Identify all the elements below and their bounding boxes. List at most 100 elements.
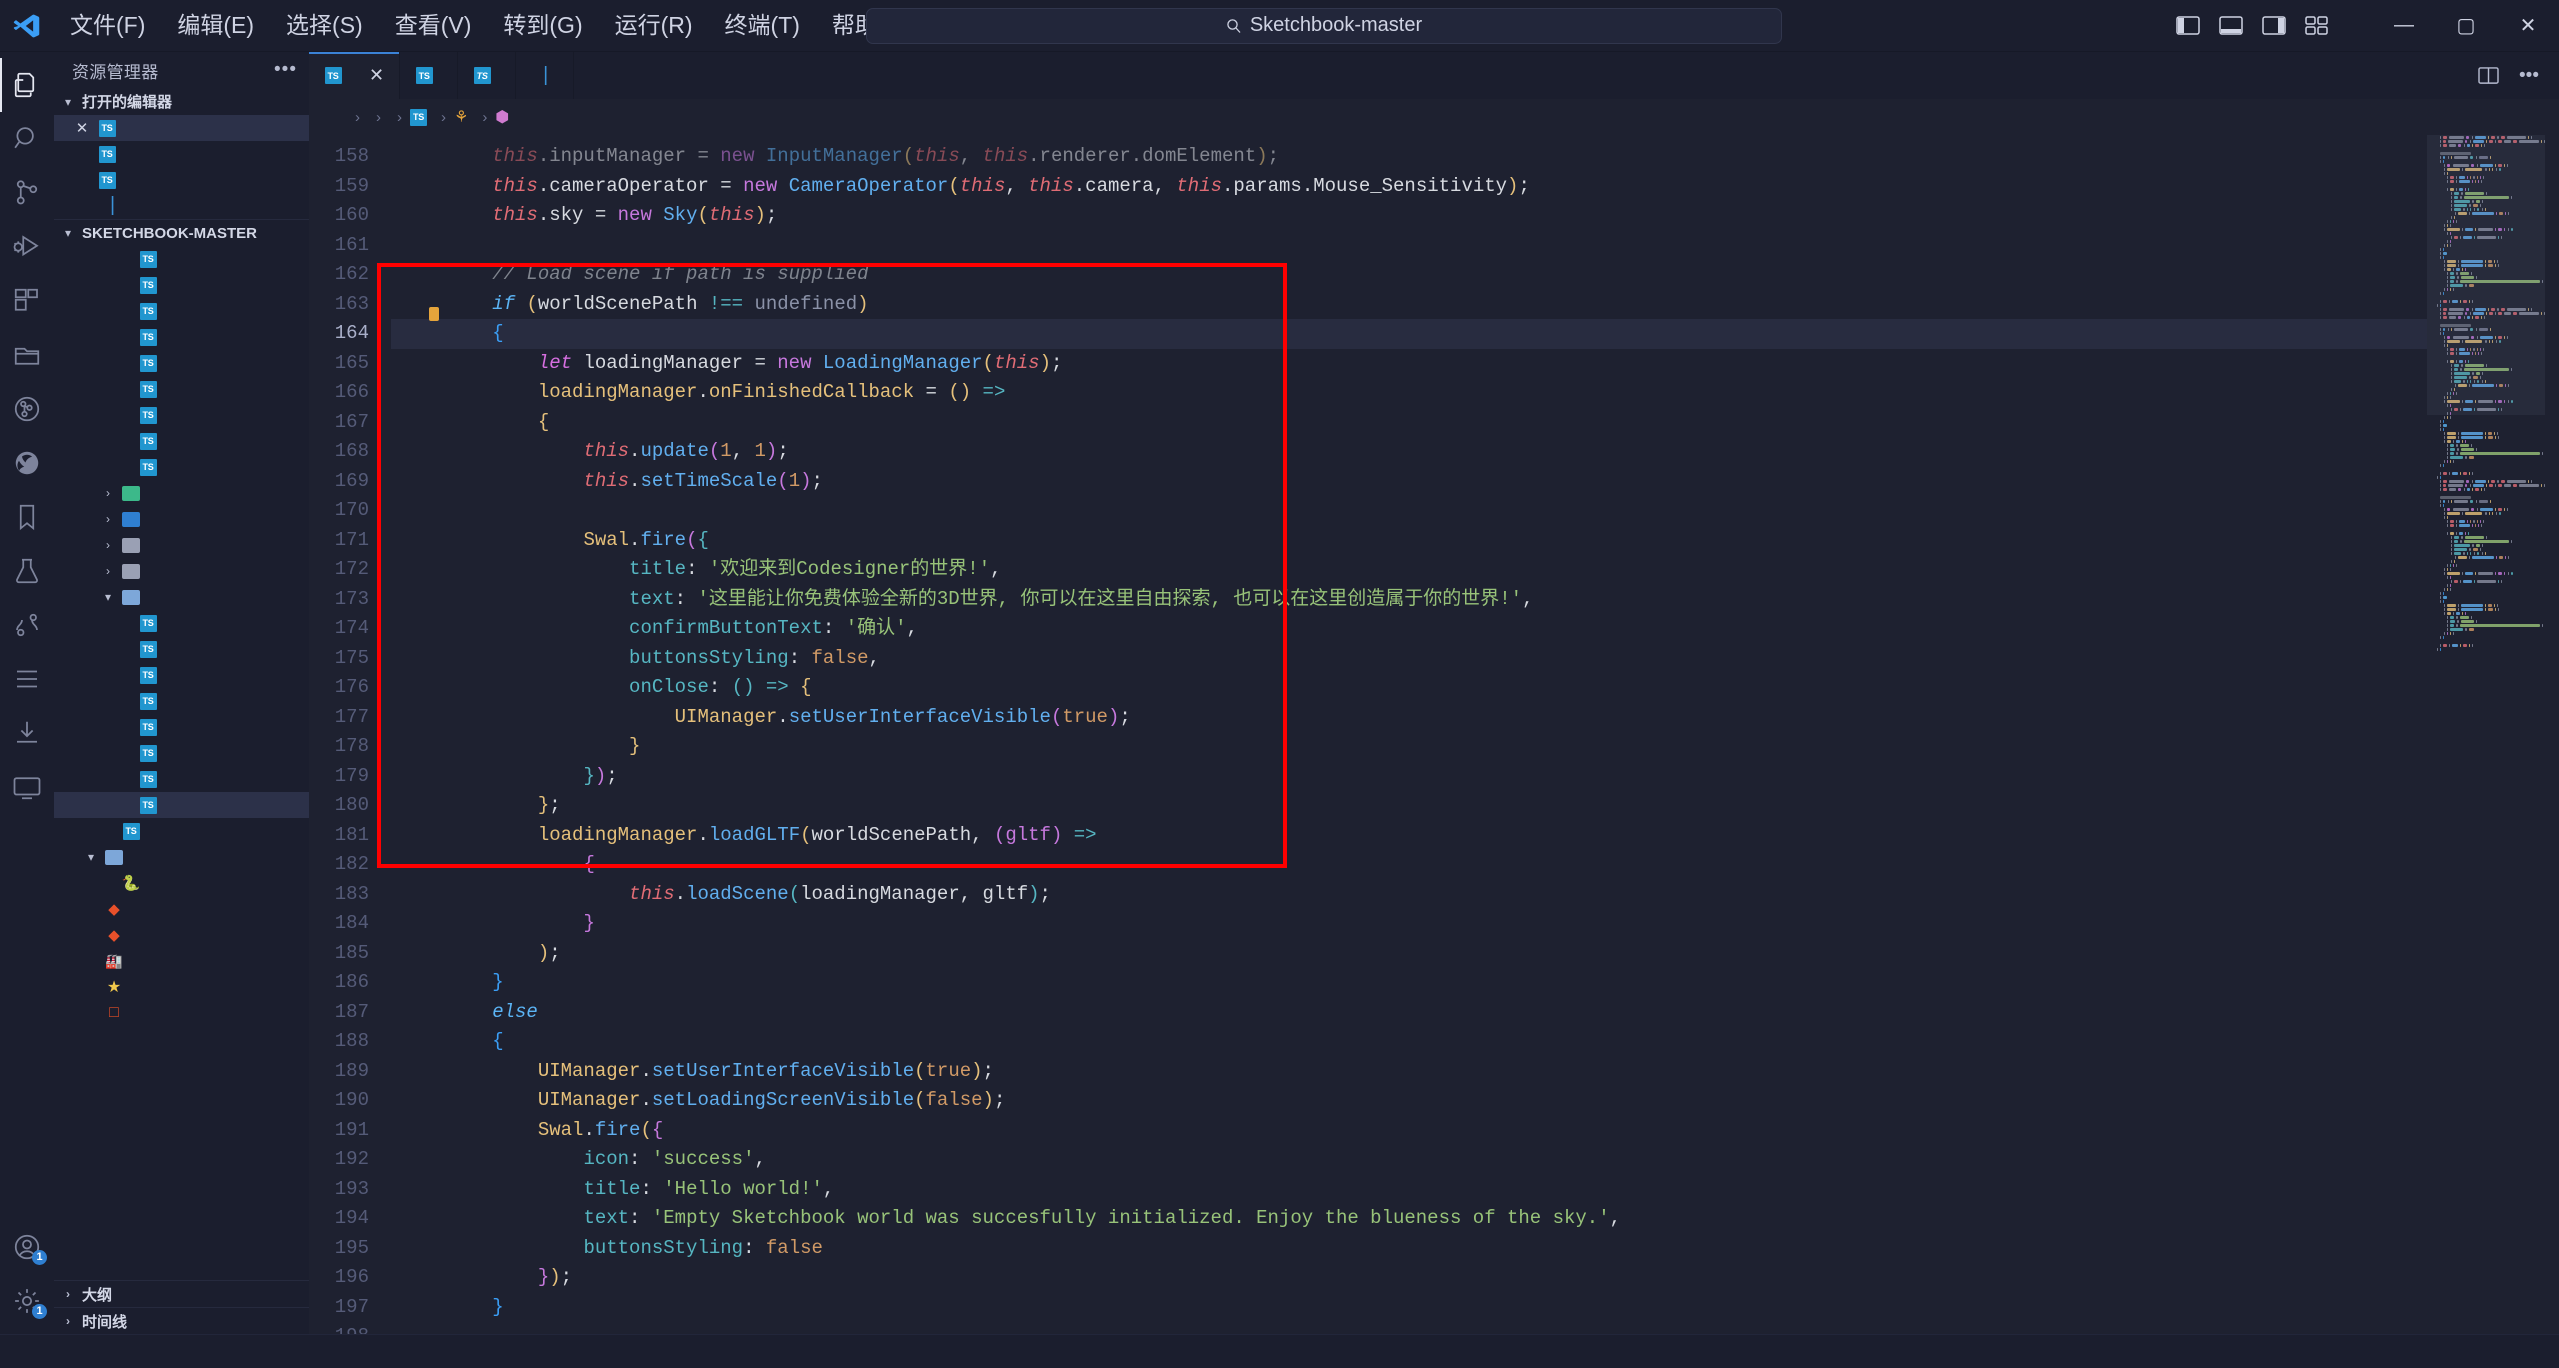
chevron-right-icon: › bbox=[66, 1287, 70, 1301]
file-tree-item[interactable]: TS bbox=[54, 662, 309, 688]
ellipsis-icon[interactable]: ••• bbox=[2519, 65, 2539, 87]
window-maximize-button[interactable]: ▢ bbox=[2435, 0, 2497, 52]
window-close-button[interactable]: ✕ bbox=[2497, 0, 2559, 52]
file-tree-item[interactable]: TS bbox=[54, 818, 309, 844]
menu-item-1[interactable]: 编辑(E) bbox=[161, 7, 270, 45]
section-outline[interactable]: › 大纲 bbox=[54, 1280, 309, 1307]
file-tree-item[interactable]: □ bbox=[54, 1000, 309, 1026]
menu-item-4[interactable]: 转到(G) bbox=[487, 7, 598, 45]
file-tree-item[interactable]: TS bbox=[54, 688, 309, 714]
travis-file-icon: 🏭 bbox=[105, 952, 123, 969]
code-content[interactable]: this.inputManager = new InputManager(thi… bbox=[391, 135, 2427, 1334]
chevron-down-icon[interactable]: ▾ bbox=[100, 590, 116, 604]
ts-file-icon: TS bbox=[139, 796, 157, 814]
file-tree-item[interactable]: TS bbox=[54, 402, 309, 428]
editor-tab-0[interactable]: TS ✕ bbox=[309, 52, 401, 99]
activity-bar-item-search[interactable] bbox=[0, 112, 54, 166]
activity-bar-item-remote-explorer[interactable] bbox=[0, 328, 54, 382]
activity-bar-item-source-control[interactable] bbox=[0, 166, 54, 220]
section-project-root[interactable]: ▾ SKETCHBOOK-MASTER bbox=[54, 219, 309, 246]
menu-item-0[interactable]: 文件(F) bbox=[54, 7, 161, 45]
breadcrumb-item-5[interactable]: ⬢ bbox=[495, 107, 515, 127]
code-editor[interactable]: 158 159 160 161 162 163 164 165 166 167 168 169 170 1… bbox=[309, 135, 2559, 1334]
explorer-sidebar: 资源管理器 ••• ▾ 打开的编辑器 ✕ TS TS TS ▕ ▾ SKETCH… bbox=[54, 52, 309, 1334]
file-tree-item[interactable]: ◆ bbox=[54, 896, 309, 922]
ts-file-icon: TS bbox=[98, 119, 116, 137]
chevron-right-icon[interactable]: › bbox=[100, 538, 116, 552]
open-editor-item[interactable]: ▕ bbox=[54, 193, 309, 219]
open-editor-item[interactable]: ✕ TS bbox=[54, 115, 309, 141]
activity-bar-item-accounts[interactable]: 1 bbox=[0, 1220, 54, 1274]
menu-item-2[interactable]: 选择(S) bbox=[270, 7, 379, 45]
layout-toggle-group bbox=[2176, 15, 2329, 36]
activity-bar-item-remote-ssh[interactable] bbox=[0, 760, 54, 814]
activity-bar-item-settings[interactable]: 1 bbox=[0, 1274, 54, 1328]
section-project-label: SKETCHBOOK-MASTER bbox=[82, 224, 257, 242]
chevron-right-icon[interactable]: › bbox=[100, 486, 116, 500]
file-tree-item[interactable]: TS bbox=[54, 428, 309, 454]
activity-bar-item-extensions[interactable] bbox=[0, 274, 54, 328]
panel-bottom-icon[interactable] bbox=[2219, 15, 2243, 36]
editor-tab-1[interactable]: TS bbox=[400, 52, 459, 99]
editor-tab-2[interactable]: TS bbox=[458, 52, 517, 99]
file-tree-item[interactable]: TS bbox=[54, 324, 309, 350]
menu-item-5[interactable]: 运行(R) bbox=[599, 7, 709, 45]
activity-bar-item-git-graph[interactable] bbox=[0, 382, 54, 436]
menu-item-6[interactable]: 终端(T) bbox=[709, 7, 816, 45]
chevron-right-icon[interactable]: › bbox=[100, 512, 116, 526]
file-tree-item[interactable]: TS bbox=[54, 714, 309, 740]
file-tree-item[interactable]: TS bbox=[54, 636, 309, 662]
breadcrumb-item-3[interactable]: TS bbox=[410, 108, 433, 126]
chevron-right-icon[interactable]: › bbox=[100, 564, 116, 578]
file-tree-item[interactable]: TS bbox=[54, 610, 309, 636]
layout-grid-icon[interactable] bbox=[2305, 15, 2329, 36]
file-tree-item[interactable]: ▾ bbox=[54, 844, 309, 870]
file-tree-item[interactable]: TS bbox=[54, 272, 309, 298]
file-tree-item[interactable]: ◆ bbox=[54, 922, 309, 948]
split-editor-icon[interactable] bbox=[2478, 66, 2499, 85]
panel-left-icon[interactable] bbox=[2176, 15, 2200, 36]
activity-bar-item-live-share[interactable] bbox=[0, 436, 54, 490]
panel-right-icon[interactable] bbox=[2262, 15, 2286, 36]
activity-bar-item-explorer[interactable] bbox=[0, 58, 54, 112]
section-timeline[interactable]: › 时间线 bbox=[54, 1307, 309, 1334]
activity-bar-item-run-and-debug[interactable] bbox=[0, 220, 54, 274]
file-tree-item[interactable]: TS bbox=[54, 376, 309, 402]
editor-scrollbar[interactable] bbox=[2545, 135, 2559, 1334]
activity-bar-item-project-manager[interactable] bbox=[0, 598, 54, 652]
breadcrumb-item-4[interactable]: ⚘ bbox=[454, 107, 474, 127]
file-tree-item[interactable]: TS bbox=[54, 298, 309, 324]
file-tree-item[interactable]: TS bbox=[54, 246, 309, 272]
file-tree-item[interactable]: ▾ bbox=[54, 584, 309, 610]
file-tree-item[interactable]: TS bbox=[54, 792, 309, 818]
file-tree-item[interactable]: › bbox=[54, 506, 309, 532]
close-icon[interactable]: ✕ bbox=[72, 119, 92, 137]
menu-item-3[interactable]: 查看(V) bbox=[379, 7, 488, 45]
file-tree-item[interactable]: › bbox=[54, 480, 309, 506]
ts-file-icon: TS bbox=[139, 276, 157, 294]
editor-tab-3[interactable]: ▕ bbox=[516, 52, 575, 99]
activity-bar-item-test-explorer[interactable] bbox=[0, 544, 54, 598]
file-tree-item[interactable]: ★ bbox=[54, 974, 309, 1000]
file-tree-item[interactable]: TS bbox=[54, 740, 309, 766]
window-minimize-button[interactable]: — bbox=[2373, 0, 2435, 52]
open-editor-item[interactable]: TS bbox=[54, 141, 309, 167]
chevron-down-icon[interactable]: ▾ bbox=[83, 850, 99, 864]
file-tree-item[interactable]: TS bbox=[54, 766, 309, 792]
section-open-editors[interactable]: ▾ 打开的编辑器 bbox=[54, 88, 309, 115]
file-tree-item[interactable]: 🐍 bbox=[54, 870, 309, 896]
activity-bar-item-bookmarks[interactable] bbox=[0, 490, 54, 544]
ts-file-icon: TS bbox=[139, 250, 157, 268]
command-search-box[interactable]: Sketchbook-master bbox=[866, 7, 1782, 44]
file-tree-item[interactable]: 🏭 bbox=[54, 948, 309, 974]
ellipsis-icon[interactable]: ••• bbox=[274, 59, 297, 81]
file-tree-item[interactable]: TS bbox=[54, 454, 309, 480]
open-editor-item[interactable]: TS bbox=[54, 167, 309, 193]
file-tree-item[interactable]: › bbox=[54, 532, 309, 558]
file-tree-item[interactable]: TS bbox=[54, 350, 309, 376]
activity-bar-item-todo-tree[interactable] bbox=[0, 652, 54, 706]
file-tree-item[interactable]: › bbox=[54, 558, 309, 584]
close-icon[interactable]: ✕ bbox=[369, 65, 384, 86]
activity-bar-item-import-costs[interactable] bbox=[0, 706, 54, 760]
minimap[interactable] bbox=[2427, 135, 2545, 1334]
